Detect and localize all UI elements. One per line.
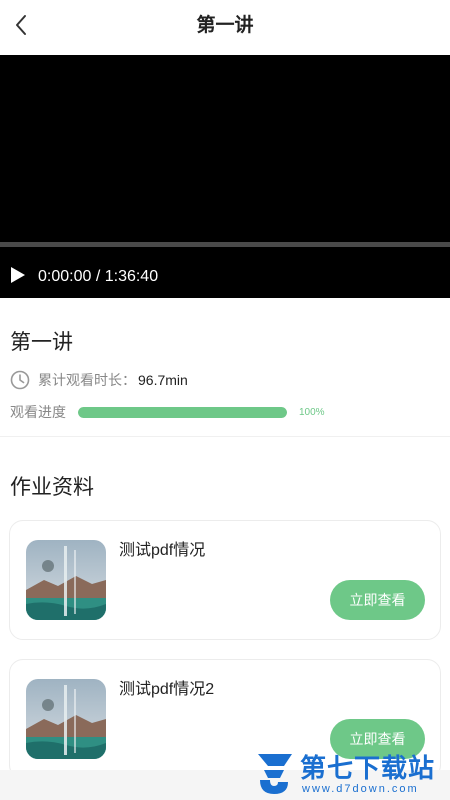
clock-icon bbox=[10, 370, 30, 390]
watch-progress-fill bbox=[78, 406, 287, 418]
watch-progress-row: 观看进度 100% bbox=[10, 401, 325, 423]
watch-progress-bar bbox=[78, 406, 287, 418]
lesson-title: 第一讲 bbox=[10, 331, 73, 354]
watermark-url: www.d7down.com bbox=[302, 783, 419, 795]
page-title: 第一讲 bbox=[196, 15, 254, 36]
watch-duration-label: 累计观看时长： bbox=[38, 372, 136, 388]
watermark-brand: 第七下载站 bbox=[300, 753, 436, 783]
watch-duration-row: 累计观看时长： 96.7min bbox=[10, 369, 188, 391]
video-time-display: 0:00:00 / 1:36:40 bbox=[38, 268, 159, 285]
play-button[interactable] bbox=[10, 266, 30, 289]
video-seek-bar[interactable] bbox=[0, 242, 450, 247]
watch-progress-percent: 100% bbox=[299, 406, 325, 418]
section-divider bbox=[0, 436, 450, 437]
watch-progress-label: 观看进度 bbox=[10, 404, 66, 420]
material-card[interactable]: 测试pdf情况 立即查看 bbox=[9, 520, 441, 640]
watermark-logo-icon bbox=[254, 750, 296, 800]
top-nav-bar: 第一讲 bbox=[0, 0, 450, 55]
site-watermark: 第七下载站 www.d7down.com bbox=[250, 746, 450, 800]
document-thumbnail-image bbox=[26, 679, 106, 759]
view-now-button[interactable]: 立即查看 bbox=[330, 580, 425, 620]
watch-duration-value: 96.7min bbox=[138, 372, 188, 388]
material-title: 测试pdf情况 bbox=[119, 542, 206, 559]
materials-section-title: 作业资料 bbox=[10, 476, 94, 499]
material-title: 测试pdf情况2 bbox=[119, 681, 215, 698]
play-icon bbox=[10, 266, 26, 289]
video-player[interactable]: 0:00:00 / 1:36:40 bbox=[0, 55, 450, 298]
document-thumbnail-image bbox=[26, 540, 106, 620]
